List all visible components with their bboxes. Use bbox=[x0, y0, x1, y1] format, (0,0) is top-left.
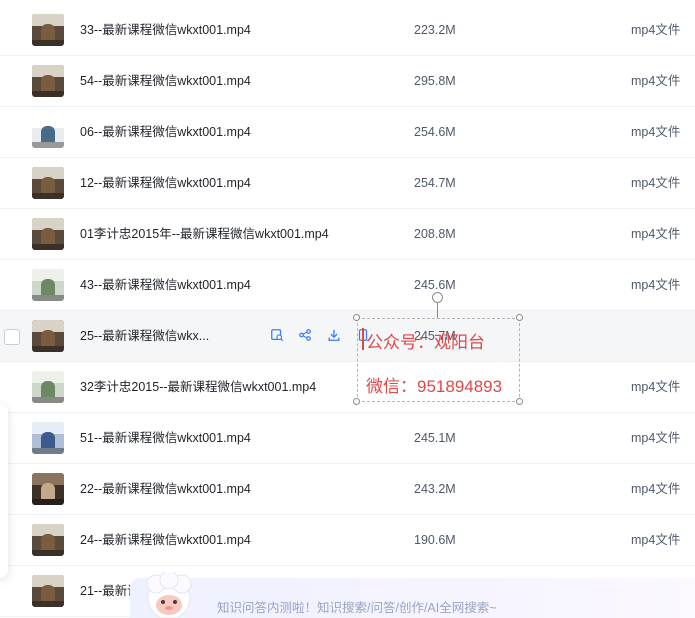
video-thumbnail bbox=[32, 473, 64, 505]
file-name[interactable]: 24--最新课程微信wkxt001.mp4 bbox=[80, 515, 251, 566]
file-size: 295.8M bbox=[414, 74, 456, 88]
banner-text[interactable]: 知识问答内测啦！知识搜索/问答/创作/AI全网搜索~ bbox=[217, 597, 497, 616]
file-name[interactable]: 43--最新课程微信wkxt001.mp4 bbox=[80, 260, 251, 311]
video-thumbnail bbox=[32, 269, 64, 301]
mascot-icon bbox=[146, 572, 192, 617]
video-thumbnail bbox=[32, 65, 64, 97]
file-row[interactable]: 32李计忠2015--最新课程微信wkxt001.mp4 mp4文件 bbox=[0, 362, 695, 413]
file-type: mp4文件 bbox=[631, 227, 681, 241]
watermark-line-2: 微信：951894893 bbox=[366, 377, 503, 396]
file-row[interactable]: 25--最新课程微信wkx... 245.7M bbox=[0, 311, 695, 362]
file-type: mp4文件 bbox=[631, 380, 681, 394]
share-icon[interactable] bbox=[298, 328, 314, 344]
watermark-resize-handle-bl[interactable] bbox=[353, 398, 360, 405]
video-thumbnail bbox=[32, 14, 64, 46]
file-name[interactable]: 25--最新课程微信wkx... bbox=[80, 311, 209, 362]
watermark-line-1: 公众号：观阳台 bbox=[366, 333, 485, 352]
file-size: 208.8M bbox=[414, 227, 456, 241]
text-cursor-icon bbox=[362, 328, 364, 350]
side-floating-panel[interactable] bbox=[0, 404, 8, 578]
file-row[interactable]: 24--最新课程微信wkxt001.mp4 190.6M mp4文件 bbox=[0, 515, 695, 566]
file-row[interactable]: 33--最新课程微信wkxt001.mp4 223.2M mp4文件 bbox=[0, 5, 695, 56]
file-name[interactable]: 32李计忠2015--最新课程微信wkxt001.mp4 bbox=[80, 362, 316, 413]
video-thumbnail bbox=[32, 371, 64, 403]
file-size: 190.6M bbox=[414, 533, 456, 547]
file-type: mp4文件 bbox=[631, 176, 681, 190]
file-name[interactable]: 33--最新课程微信wkxt001.mp4 bbox=[80, 5, 251, 56]
file-size: 243.2M bbox=[414, 482, 456, 496]
preview-icon[interactable] bbox=[270, 328, 286, 344]
file-name[interactable]: 54--最新课程微信wkxt001.mp4 bbox=[80, 56, 251, 107]
file-size: 245.1M bbox=[414, 431, 456, 445]
file-name[interactable]: 22--最新课程微信wkxt001.mp4 bbox=[80, 464, 251, 515]
watermark-rotate-handle[interactable] bbox=[432, 292, 443, 303]
video-thumbnail bbox=[32, 422, 64, 454]
file-size: 223.2M bbox=[414, 23, 456, 37]
file-row[interactable]: 12--最新课程微信wkxt001.mp4 254.7M mp4文件 bbox=[0, 158, 695, 209]
video-thumbnail bbox=[32, 116, 64, 148]
video-thumbnail bbox=[32, 575, 64, 607]
video-thumbnail bbox=[32, 167, 64, 199]
video-thumbnail bbox=[32, 218, 64, 250]
watermark-rotate-stem bbox=[437, 303, 438, 318]
row-checkbox[interactable] bbox=[4, 329, 20, 345]
download-icon[interactable] bbox=[327, 328, 343, 344]
file-row[interactable]: 22--最新课程微信wkxt001.mp4 243.2M mp4文件 bbox=[0, 464, 695, 515]
file-row[interactable]: 06--最新课程微信wkxt001.mp4 254.6M mp4文件 bbox=[0, 107, 695, 158]
file-size: 254.7M bbox=[414, 176, 456, 190]
file-row[interactable]: 01李计忠2015年--最新课程微信wkxt001.mp4 208.8M mp4文件 bbox=[0, 209, 695, 260]
file-size: 245.6M bbox=[414, 278, 456, 292]
file-type: mp4文件 bbox=[631, 482, 681, 496]
watermark-resize-handle-br[interactable] bbox=[516, 398, 523, 405]
video-thumbnail bbox=[32, 320, 64, 352]
file-type: mp4文件 bbox=[631, 23, 681, 37]
file-type: mp4文件 bbox=[631, 278, 681, 292]
watermark-resize-handle-tr[interactable] bbox=[516, 314, 523, 321]
file-row[interactable]: 43--最新课程微信wkxt001.mp4 245.6M mp4文件 bbox=[0, 260, 695, 311]
file-type: mp4文件 bbox=[631, 125, 681, 139]
file-type: mp4文件 bbox=[631, 74, 681, 88]
file-name[interactable]: 06--最新课程微信wkxt001.mp4 bbox=[80, 107, 251, 158]
file-row[interactable]: 51--最新课程微信wkxt001.mp4 245.1M mp4文件 bbox=[0, 413, 695, 464]
file-type: mp4文件 bbox=[631, 533, 681, 547]
file-name[interactable]: 01李计忠2015年--最新课程微信wkxt001.mp4 bbox=[80, 209, 329, 260]
watermark-resize-handle-tl[interactable] bbox=[353, 314, 360, 321]
video-thumbnail bbox=[32, 524, 64, 556]
file-name[interactable]: 12--最新课程微信wkxt001.mp4 bbox=[80, 158, 251, 209]
file-name[interactable]: 51--最新课程微信wkxt001.mp4 bbox=[80, 413, 251, 464]
file-type: mp4文件 bbox=[631, 431, 681, 445]
file-size: 254.6M bbox=[414, 125, 456, 139]
file-row[interactable]: 54--最新课程微信wkxt001.mp4 295.8M mp4文件 bbox=[0, 56, 695, 107]
